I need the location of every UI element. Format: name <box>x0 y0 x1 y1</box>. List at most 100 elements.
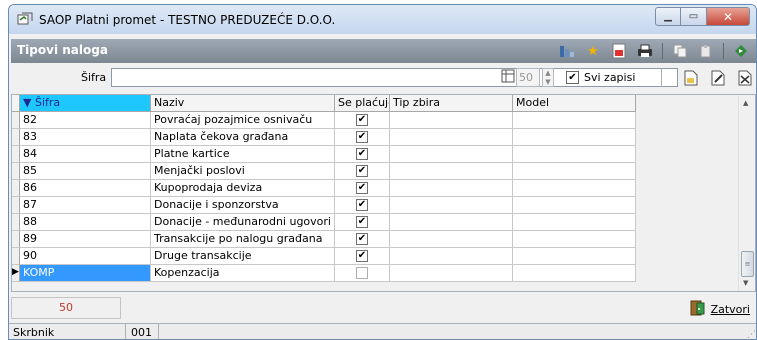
se-placuje-checkbox[interactable]: ✔ <box>356 165 368 177</box>
row-indicator[interactable] <box>12 197 20 214</box>
table-row[interactable]: 83 Naplata čekova građana ✔ <box>12 129 636 146</box>
vertical-scrollbar[interactable]: ▲ ≡ ▼ <box>738 95 755 291</box>
cell-model[interactable] <box>513 248 636 265</box>
cell-naziv[interactable]: Kopenzacija <box>151 265 335 282</box>
row-indicator[interactable] <box>12 112 20 129</box>
cell-model[interactable] <box>513 197 636 214</box>
row-indicator[interactable] <box>12 231 20 248</box>
row-indicator[interactable] <box>12 248 20 265</box>
table-row-selected[interactable]: ▶ KOMP Kopenzacija <box>12 265 636 282</box>
table-row[interactable]: 90 Druge transakcije ✔ <box>12 248 636 265</box>
cell-tip-zbira[interactable] <box>390 265 513 282</box>
cell-tip-zbira[interactable] <box>390 248 513 265</box>
cell-se-placuje[interactable]: ✔ <box>335 180 390 197</box>
scroll-thumb[interactable]: ≡ <box>741 251 754 277</box>
table-row[interactable]: 86 Kupoprodaja deviza ✔ <box>12 180 636 197</box>
cell-naziv[interactable]: Donacije i sponzorstva <box>151 197 335 214</box>
cell-se-placuje[interactable]: ✔ <box>335 197 390 214</box>
svi-zapisi-checkbox[interactable]: ✔ <box>566 71 579 84</box>
title-bar[interactable]: SAOP Platni promet - TESTNO PREDUZEĆE D.… <box>9 5 756 34</box>
row-indicator[interactable] <box>12 180 20 197</box>
column-header-naziv[interactable]: Naziv <box>151 95 335 112</box>
filter-icon[interactable] <box>558 42 576 60</box>
cell-naziv[interactable]: Platne kartice <box>151 146 335 163</box>
close-button[interactable]: Zatvori <box>689 300 750 319</box>
cell-sifra[interactable]: 87 <box>20 197 151 214</box>
record-count-spinner[interactable]: ▲ ▼ <box>542 68 554 87</box>
maximize-button[interactable]: ▭ <box>681 7 707 26</box>
table-row[interactable]: 88 Donacije - međunarodni ugovori ✔ <box>12 214 636 231</box>
cell-se-placuje[interactable]: ✔ <box>335 231 390 248</box>
star-icon[interactable]: ★ <box>584 42 602 60</box>
table-row[interactable]: 82 Povraćaj pozajmice osnivaču ✔ <box>12 112 636 129</box>
row-indicator[interactable] <box>12 214 20 231</box>
cell-tip-zbira[interactable] <box>390 180 513 197</box>
cell-sifra[interactable]: 90 <box>20 248 151 265</box>
column-header-tip-zbira[interactable]: Tip zbira <box>390 95 513 112</box>
cell-model[interactable] <box>513 214 636 231</box>
minimize-button[interactable]: ▁ <box>655 7 681 26</box>
cell-model[interactable] <box>513 163 636 180</box>
cell-sifra[interactable]: 85 <box>20 163 151 180</box>
cell-sifra[interactable]: 89 <box>20 231 151 248</box>
cell-naziv[interactable]: Povraćaj pozajmice osnivaču <box>151 112 335 129</box>
column-header-model[interactable]: Model <box>513 95 636 112</box>
row-indicator[interactable] <box>12 163 20 180</box>
cell-se-placuje[interactable]: ✔ <box>335 214 390 231</box>
cell-model[interactable] <box>513 265 636 282</box>
cell-naziv[interactable]: Kupoprodaja deviza <box>151 180 335 197</box>
cell-tip-zbira[interactable] <box>390 146 513 163</box>
cell-model[interactable] <box>513 112 636 129</box>
cell-sifra[interactable]: 84 <box>20 146 151 163</box>
cell-tip-zbira[interactable] <box>390 112 513 129</box>
scroll-up-icon[interactable]: ▲ <box>743 99 748 107</box>
cell-sifra[interactable]: KOMP <box>20 265 151 282</box>
cell-se-placuje[interactable]: ✔ <box>335 112 390 129</box>
cell-model[interactable] <box>513 231 636 248</box>
cell-naziv[interactable]: Menjački poslovi <box>151 163 335 180</box>
cell-model[interactable] <box>513 180 636 197</box>
edit-record-icon[interactable] <box>709 69 727 87</box>
print-icon[interactable] <box>636 42 654 60</box>
cell-se-placuje[interactable]: ✔ <box>335 248 390 265</box>
table-row[interactable]: 85 Menjački poslovi ✔ <box>12 163 636 180</box>
se-placuje-checkbox[interactable]: ✔ <box>356 182 368 194</box>
cell-tip-zbira[interactable] <box>390 129 513 146</box>
cell-se-placuje[interactable] <box>335 265 390 282</box>
cell-sifra[interactable]: 88 <box>20 214 151 231</box>
new-record-icon[interactable] <box>682 69 700 87</box>
cell-tip-zbira[interactable] <box>390 231 513 248</box>
se-placuje-checkbox[interactable]: ✔ <box>356 131 368 143</box>
cell-naziv[interactable]: Druge transakcije <box>151 248 335 265</box>
se-placuje-checkbox[interactable]: ✔ <box>356 250 368 262</box>
cell-se-placuje[interactable]: ✔ <box>335 163 390 180</box>
cell-tip-zbira[interactable] <box>390 197 513 214</box>
se-placuje-checkbox[interactable]: ✔ <box>356 199 368 211</box>
cell-tip-zbira[interactable] <box>390 163 513 180</box>
column-header-se-placuje[interactable]: Se plaćuje <box>335 95 390 112</box>
record-count-field[interactable]: 50 <box>516 68 540 87</box>
table-row[interactable]: 89 Transakcije po nalogu građana ✔ <box>12 231 636 248</box>
scroll-down-icon[interactable]: ▼ <box>743 279 748 287</box>
export-icon[interactable] <box>610 42 628 60</box>
se-placuje-checkbox[interactable] <box>356 267 368 279</box>
row-indicator[interactable] <box>12 146 20 163</box>
cell-sifra[interactable]: 83 <box>20 129 151 146</box>
se-placuje-checkbox[interactable]: ✔ <box>356 233 368 245</box>
column-header-sifra[interactable]: ▼ Šifra <box>20 95 151 112</box>
cell-model[interactable] <box>513 146 636 163</box>
se-placuje-checkbox[interactable]: ✔ <box>356 114 368 126</box>
cell-naziv[interactable]: Donacije - međunarodni ugovori <box>151 214 335 231</box>
se-placuje-checkbox[interactable]: ✔ <box>356 216 368 228</box>
cell-sifra[interactable]: 82 <box>20 112 151 129</box>
paste-icon[interactable] <box>697 42 715 60</box>
cell-naziv[interactable]: Transakcije po nalogu građana <box>151 231 335 248</box>
close-window-button[interactable]: ✕ <box>707 7 750 26</box>
table-row[interactable]: 87 Donacije i sponzorstva ✔ <box>12 197 636 214</box>
row-indicator[interactable] <box>12 129 20 146</box>
cell-tip-zbira[interactable] <box>390 214 513 231</box>
exit-icon[interactable] <box>732 42 750 60</box>
table-row[interactable]: 84 Platne kartice ✔ <box>12 146 636 163</box>
se-placuje-checkbox[interactable]: ✔ <box>356 148 368 160</box>
copy-icon[interactable] <box>671 42 689 60</box>
